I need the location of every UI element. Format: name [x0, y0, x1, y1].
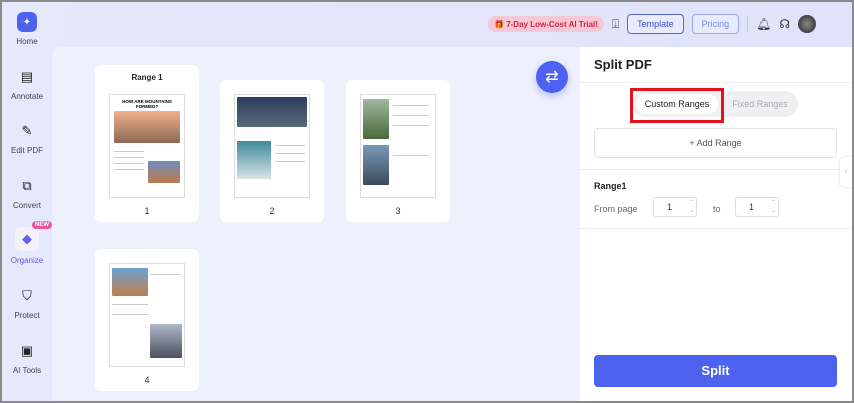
sidebar-item-organize[interactable]: ◆ NEW Organize — [2, 221, 52, 265]
swap-button[interactable]: ⇄ — [536, 61, 568, 93]
divider — [747, 16, 749, 32]
ai-trial-button[interactable]: 🎁 7-Day Low-Cost AI Trial! — [488, 16, 604, 32]
app-window: ✦ Home ▤ Annotate ✎ Edit PDF ⧉ Convert ◆ NEW O… — [2, 2, 852, 401]
sidebar: ✦ Home ▤ Annotate ✎ Edit PDF ⧉ Convert ◆ NEW O… — [2, 2, 52, 401]
edit-icon: ✎ — [21, 123, 33, 138]
range-title: Range1 — [594, 181, 627, 191]
stepper-arrows-icon[interactable]: ⌃ ⌄ — [689, 199, 694, 215]
avatar[interactable] — [798, 15, 817, 33]
organize-icon: ◆ — [15, 227, 39, 251]
add-range-button[interactable]: + Add Range — [594, 128, 837, 158]
panel-title: Split PDF — [594, 57, 652, 72]
ai-icon: ▣ — [20, 343, 34, 358]
to-page-stepper[interactable]: 1 ⌃ ⌄ — [735, 197, 779, 217]
support-headset-icon[interactable]: ☊ — [779, 17, 790, 31]
label: Annotate — [10, 92, 44, 101]
convert-icon: ⧉ — [22, 178, 32, 193]
collapse-panel-chevron-icon[interactable]: ‹ — [840, 157, 852, 187]
top-bar: 🎁 7-Day Low-Cost AI Trial! ⍗ Template Pr… — [488, 14, 817, 34]
label: AI Tools — [12, 366, 42, 375]
page-thumbnail — [360, 94, 436, 198]
sidebar-item-home[interactable]: ✦ Home — [2, 12, 52, 46]
page-number: 1 — [144, 206, 150, 216]
page-number: 2 — [269, 206, 275, 216]
trial-label: 7-Day Low-Cost AI Trial! — [506, 20, 598, 29]
page-number: 4 — [144, 375, 150, 385]
divider — [580, 228, 850, 229]
sidebar-item-edit-pdf[interactable]: ✎ Edit PDF — [2, 121, 52, 155]
sidebar-item-annotate[interactable]: ▤ Annotate — [2, 67, 52, 101]
home-logo-icon: ✦ — [17, 12, 37, 32]
label: Protect — [14, 311, 40, 320]
highlight-box — [630, 88, 724, 123]
pricing-button[interactable]: Pricing — [691, 14, 740, 34]
sidebar-item-convert[interactable]: ⧉ Convert — [2, 176, 52, 210]
tab-fixed-ranges[interactable]: Fixed Ranges — [724, 94, 796, 114]
to-label: to — [713, 204, 721, 214]
bell-icon[interactable]: 🔔︎ — [756, 17, 771, 31]
sidebar-item-ai-tools[interactable]: ▣ AI Tools — [2, 341, 52, 375]
page-card-3[interactable]: 3 — [346, 80, 450, 222]
stepper-arrows-icon[interactable]: ⌃ ⌄ — [771, 199, 776, 215]
sidebar-item-protect[interactable]: ⛉ Protect — [2, 286, 52, 320]
swap-arrows-icon: ⇄ — [545, 69, 559, 86]
page-number: 3 — [395, 206, 401, 216]
from-page-label: From page — [594, 204, 638, 214]
from-value: 1 — [667, 202, 673, 212]
label: Edit PDF — [10, 146, 43, 155]
split-button[interactable]: Split — [594, 355, 837, 387]
to-value: 1 — [749, 202, 755, 212]
page-thumbnail: HOW ARE MOUNTAINS FORMED? — [109, 94, 185, 198]
shield-icon: ⛉ — [22, 288, 32, 303]
divider — [580, 169, 850, 170]
page-grid: Range 1 HOW ARE MOUNTAINS FORMED? 1 2 3 … — [52, 47, 580, 401]
label: Home — [16, 37, 38, 46]
download-desktop-icon[interactable]: ⍗ — [612, 17, 619, 32]
page-card-2[interactable]: 2 — [220, 80, 324, 222]
split-pdf-panel: Split PDF Custom Ranges Fixed Ranges + A… — [580, 47, 852, 401]
page-thumbnail — [234, 94, 310, 198]
divider — [580, 82, 850, 83]
new-badge: NEW — [32, 221, 52, 229]
thumbnail-heading: HOW ARE MOUNTAINS FORMED? — [122, 99, 172, 109]
template-button[interactable]: Template — [627, 14, 684, 34]
label: Convert — [12, 201, 41, 210]
page-thumbnail — [109, 263, 185, 367]
annotate-icon: ▤ — [20, 69, 34, 84]
range-label: Range 1 — [131, 73, 163, 82]
label: Organize — [10, 256, 44, 265]
page-card-4[interactable]: 4 — [95, 249, 199, 391]
from-page-stepper[interactable]: 1 ⌃ ⌄ — [653, 197, 697, 217]
page-card-1[interactable]: Range 1 HOW ARE MOUNTAINS FORMED? 1 — [95, 65, 199, 222]
